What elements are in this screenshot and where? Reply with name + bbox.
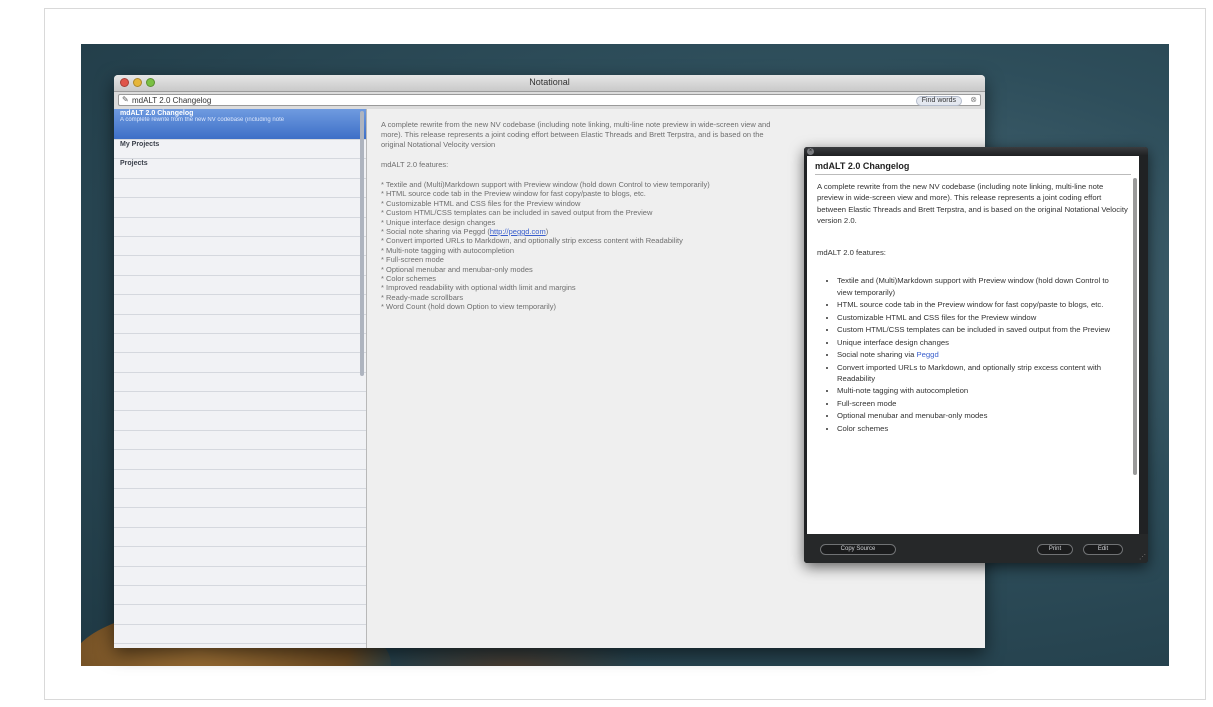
search-input-value: mdALT 2.0 Changelog [132,96,212,105]
note-list-item[interactable] [114,605,366,625]
preview-feature: Custom HTML/CSS templates can be include… [837,324,1121,335]
note-list-item[interactable] [114,489,366,509]
note-list-item[interactable]: mdALT 2.0 Changelog A complete rewrite fr… [114,109,366,140]
note-list-item[interactable] [114,334,366,354]
preview-footer: Copy Source Print Edit ⋰ [804,534,1148,563]
preview-title-bar[interactable]: × [804,147,1148,156]
note-title: My Projects [120,141,160,148]
find-words-button[interactable]: Find words [915,96,962,106]
editor-intro-line: A complete rewrite from the new NV codeb… [381,120,771,129]
print-button[interactable]: Print [1037,544,1073,555]
note-list-item[interactable] [114,179,366,199]
note-list-item[interactable]: My Projects [114,140,366,160]
note-list-item[interactable] [114,528,366,548]
preview-feature-with-link: Social note sharing via Peggd [837,349,1121,360]
note-list-item[interactable] [114,508,366,528]
note-list-item[interactable] [114,431,366,451]
resize-grip-icon[interactable]: ⋰ [1139,553,1146,561]
preview-feature: Convert imported URLs to Markdown, and o… [837,362,1121,384]
note-list-item[interactable]: Projects [114,159,366,179]
preview-feature: HTML source code tab in the Preview wind… [837,299,1121,310]
title-bar[interactable]: Notational [114,75,985,92]
preview-feature: Textile and (Multi)Markdown support with… [837,275,1121,297]
note-title: Projects [120,160,148,168]
preview-feature: Full-screen mode [837,398,1121,409]
search-toolbar: ✎ mdALT 2.0 Changelog Find words ⊗ [114,92,985,110]
search-input[interactable]: ✎ mdALT 2.0 Changelog Find words ⊗ [118,94,981,106]
preview-scrollbar[interactable] [1133,178,1137,475]
preview-feature: Multi-note tagging with autocompletion [837,385,1121,396]
note-list-item[interactable] [114,276,366,296]
preview-feature: Optional menubar and menubar-only modes [837,410,1121,421]
note-list-item[interactable] [114,218,366,237]
note-title: mdALT 2.0 Changelog [120,110,194,117]
editor-feature-text: Social note sharing via Peggd [386,227,486,237]
note-list-item[interactable] [114,353,366,373]
window-title: Notational [529,77,570,87]
edit-button[interactable]: Edit [1083,544,1123,555]
note-list-item[interactable] [114,237,366,257]
clear-search-icon[interactable]: ⊗ [970,95,977,104]
note-preview: A complete rewrite from the new NV codeb… [120,117,285,123]
preview-features-heading: mdALT 2.0 features: [817,248,886,258]
note-list-item[interactable] [114,198,366,218]
notes-list: mdALT 2.0 Changelog A complete rewrite fr… [114,109,367,648]
copy-source-button[interactable]: Copy Source [820,544,896,555]
preview-feature: Color schemes [837,423,1121,434]
note-list-item[interactable] [114,567,366,586]
preview-peggd-link[interactable]: Peggd [916,350,938,359]
editor-intro-line: more). This release represents a joint c… [381,130,764,139]
preview-feature: Customizable HTML and CSS files for the … [837,312,1121,323]
note-list-item[interactable] [114,644,366,648]
notes-list-scrollbar[interactable] [360,111,364,376]
note-list-item[interactable] [114,256,366,276]
note-list-item[interactable] [114,315,366,334]
note-list-item[interactable] [114,586,366,606]
preview-intro: A complete rewrite from the new NV codeb… [817,182,1128,225]
preview-body: mdALT 2.0 Changelog A complete rewrite f… [807,156,1139,534]
note-list-item[interactable] [114,295,366,315]
pencil-icon: ✎ [122,95,129,104]
peggd-link[interactable]: http://peggd.com [490,227,546,236]
preview-features-list: Textile and (Multi)Markdown support with… [807,275,1139,434]
note-list-item[interactable] [114,547,366,567]
preview-feature: Unique interface design changes [837,337,1121,348]
note-list-item[interactable] [114,392,366,412]
note-list-item[interactable] [114,450,366,470]
note-list-item[interactable] [114,625,366,645]
preview-title: mdALT 2.0 Changelog [815,161,1131,175]
close-icon[interactable]: × [807,148,814,155]
note-list-item[interactable] [114,470,366,490]
note-list-item[interactable] [114,411,366,431]
note-list-item[interactable] [114,373,366,393]
preview-panel: × mdALT 2.0 Changelog A complete rewrite… [804,147,1148,563]
